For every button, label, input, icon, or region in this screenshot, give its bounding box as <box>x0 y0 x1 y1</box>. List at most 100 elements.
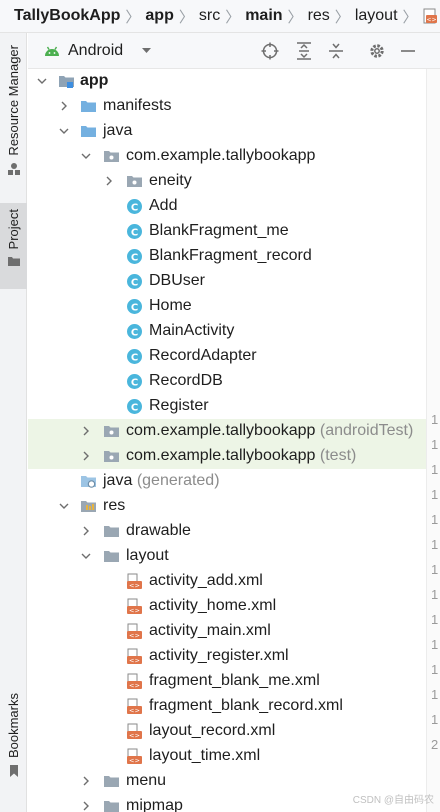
breadcrumb-separator: 〉 <box>334 8 350 26</box>
tree-label: com.example.tallybookapp (test) <box>126 447 356 465</box>
collapse-all-icon[interactable] <box>326 41 346 61</box>
breadcrumb-main[interactable]: main <box>245 7 282 25</box>
class-icon: C <box>127 299 142 314</box>
layout-xml-icon: <> <box>127 623 142 640</box>
tree-label: com.example.tallybookapp (androidTest) <box>126 422 413 440</box>
breadcrumb-module[interactable]: app <box>145 7 173 25</box>
folder-name: java <box>103 472 133 489</box>
tree-node-class[interactable]: C BlankFragment_me <box>28 219 426 244</box>
chevron-right-icon <box>83 526 89 536</box>
resource-manager-tab[interactable]: Resource Manager <box>0 45 27 195</box>
source-set-suffix: (test) <box>319 447 357 464</box>
class-icon: C <box>127 224 142 239</box>
chevron-right-icon <box>83 451 89 461</box>
tree-label: BlankFragment_record <box>149 247 312 264</box>
tree-node-java[interactable]: java <box>28 119 426 144</box>
tree-label: drawable <box>126 522 191 539</box>
bookmarks-tab[interactable]: Bookmarks <box>0 693 27 803</box>
expand-all-icon[interactable] <box>294 41 314 61</box>
layout-xml-icon: <> <box>127 573 142 590</box>
folder-icon <box>81 126 96 137</box>
breadcrumb-separator: 〉 <box>178 8 194 26</box>
tree-node-xml-file[interactable]: <> activity_register.xml <box>28 644 426 669</box>
chevron-down-icon <box>81 153 91 159</box>
tree-node-java-generated[interactable]: java (generated) <box>28 469 426 494</box>
tree-node-drawable[interactable]: drawable <box>28 519 426 544</box>
line-number: 1 <box>431 462 439 477</box>
tree-node-class[interactable]: C BlankFragment_record <box>28 244 426 269</box>
svg-text:C: C <box>131 278 138 289</box>
tree-label: manifests <box>103 97 172 114</box>
tree-node-class[interactable]: C DBUser <box>28 269 426 294</box>
tree-label: com.example.tallybookapp <box>126 147 316 164</box>
class-icon: C <box>127 199 142 214</box>
tree-node-class[interactable]: C Home <box>28 294 426 319</box>
tree-node-eneity[interactable]: eneity <box>28 169 426 194</box>
project-tab[interactable]: Project <box>0 203 27 289</box>
breadcrumb-res[interactable]: res <box>308 7 330 25</box>
svg-text:<>: <> <box>129 582 140 590</box>
layout-xml-icon: <> <box>127 698 142 715</box>
tree-node-class[interactable]: C MainActivity <box>28 319 426 344</box>
folder-icon <box>7 257 20 267</box>
tree-node-app[interactable]: app <box>28 69 426 94</box>
generated-suffix: (generated) <box>136 472 220 489</box>
layout-xml-icon: <> <box>127 673 142 690</box>
layout-file-icon: <> <box>423 8 438 24</box>
tree-label: activity_add.xml <box>149 572 263 589</box>
svg-text:C: C <box>131 303 138 314</box>
tree-node-class[interactable]: C Add <box>28 194 426 219</box>
tree-label: Register <box>149 397 209 414</box>
tree-node-xml-file[interactable]: <> fragment_blank_me.xml <box>28 669 426 694</box>
tree-node-xml-file[interactable]: <> layout_time.xml <box>28 744 426 769</box>
class-icon: C <box>127 324 142 339</box>
tree-label: RecordAdapter <box>149 347 257 364</box>
tree-node-xml-file[interactable]: <> layout_record.xml <box>28 719 426 744</box>
svg-text:<>: <> <box>426 17 436 24</box>
tree-node-class[interactable]: C Register <box>28 394 426 419</box>
line-number: 1 <box>431 637 439 652</box>
breadcrumb-separator: 〉 <box>125 8 141 26</box>
tree-label: layout <box>126 547 169 564</box>
class-icon: C <box>127 274 142 289</box>
class-icon: C <box>127 399 142 414</box>
project-tab-label: Project <box>6 209 21 250</box>
tree-node-res[interactable]: res <box>28 494 426 519</box>
crosshair-icon[interactable] <box>260 41 280 61</box>
gear-icon[interactable] <box>367 41 387 61</box>
folder-icon <box>104 526 119 537</box>
package-name: com.example.tallybookapp <box>126 447 316 464</box>
breadcrumb-separator: 〉 <box>402 8 418 26</box>
tree-node-xml-file[interactable]: <> fragment_blank_record.xml <box>28 694 426 719</box>
tree-label: layout_time.xml <box>149 747 261 764</box>
svg-text:C: C <box>131 353 138 364</box>
line-number: 1 <box>431 537 439 552</box>
source-set-suffix: (androidTest) <box>319 422 414 439</box>
breadcrumb-src[interactable]: src <box>199 7 220 25</box>
chevron-down-icon <box>81 553 91 559</box>
breadcrumb-layout[interactable]: layout <box>355 7 398 25</box>
tree-node-xml-file[interactable]: <> activity_main.xml <box>28 619 426 644</box>
tree-label: res <box>103 497 126 514</box>
tree-node-android-test-package[interactable]: com.example.tallybookapp (androidTest) <box>28 419 426 444</box>
tree-node-package[interactable]: com.example.tallybookapp <box>28 144 426 169</box>
package-icon <box>104 451 119 462</box>
tree-node-manifests[interactable]: manifests <box>28 94 426 119</box>
tool-window-stripe: Resource Manager Project Bookmarks <box>0 33 27 812</box>
tree-label: activity_register.xml <box>149 647 289 664</box>
tree-node-test-package[interactable]: com.example.tallybookapp (test) <box>28 444 426 469</box>
view-mode-select[interactable]: Android <box>44 42 152 60</box>
breadcrumb-project[interactable]: TallyBookApp <box>14 7 120 25</box>
tree-node-layout[interactable]: layout <box>28 544 426 569</box>
tree-node-class[interactable]: C RecordDB <box>28 369 426 394</box>
chevron-down-icon <box>142 48 152 53</box>
tree-label: BlankFragment_me <box>149 222 289 239</box>
tree-node-xml-file[interactable]: <> activity_add.xml <box>28 569 426 594</box>
project-toolbar: Android <box>28 33 440 69</box>
minimize-icon[interactable] <box>398 41 418 61</box>
package-icon <box>127 176 142 187</box>
tree-node-xml-file[interactable]: <> activity_home.xml <box>28 594 426 619</box>
package-icon <box>104 151 119 162</box>
tree-node-class[interactable]: C RecordAdapter <box>28 344 426 369</box>
chevron-right-icon <box>106 176 112 186</box>
